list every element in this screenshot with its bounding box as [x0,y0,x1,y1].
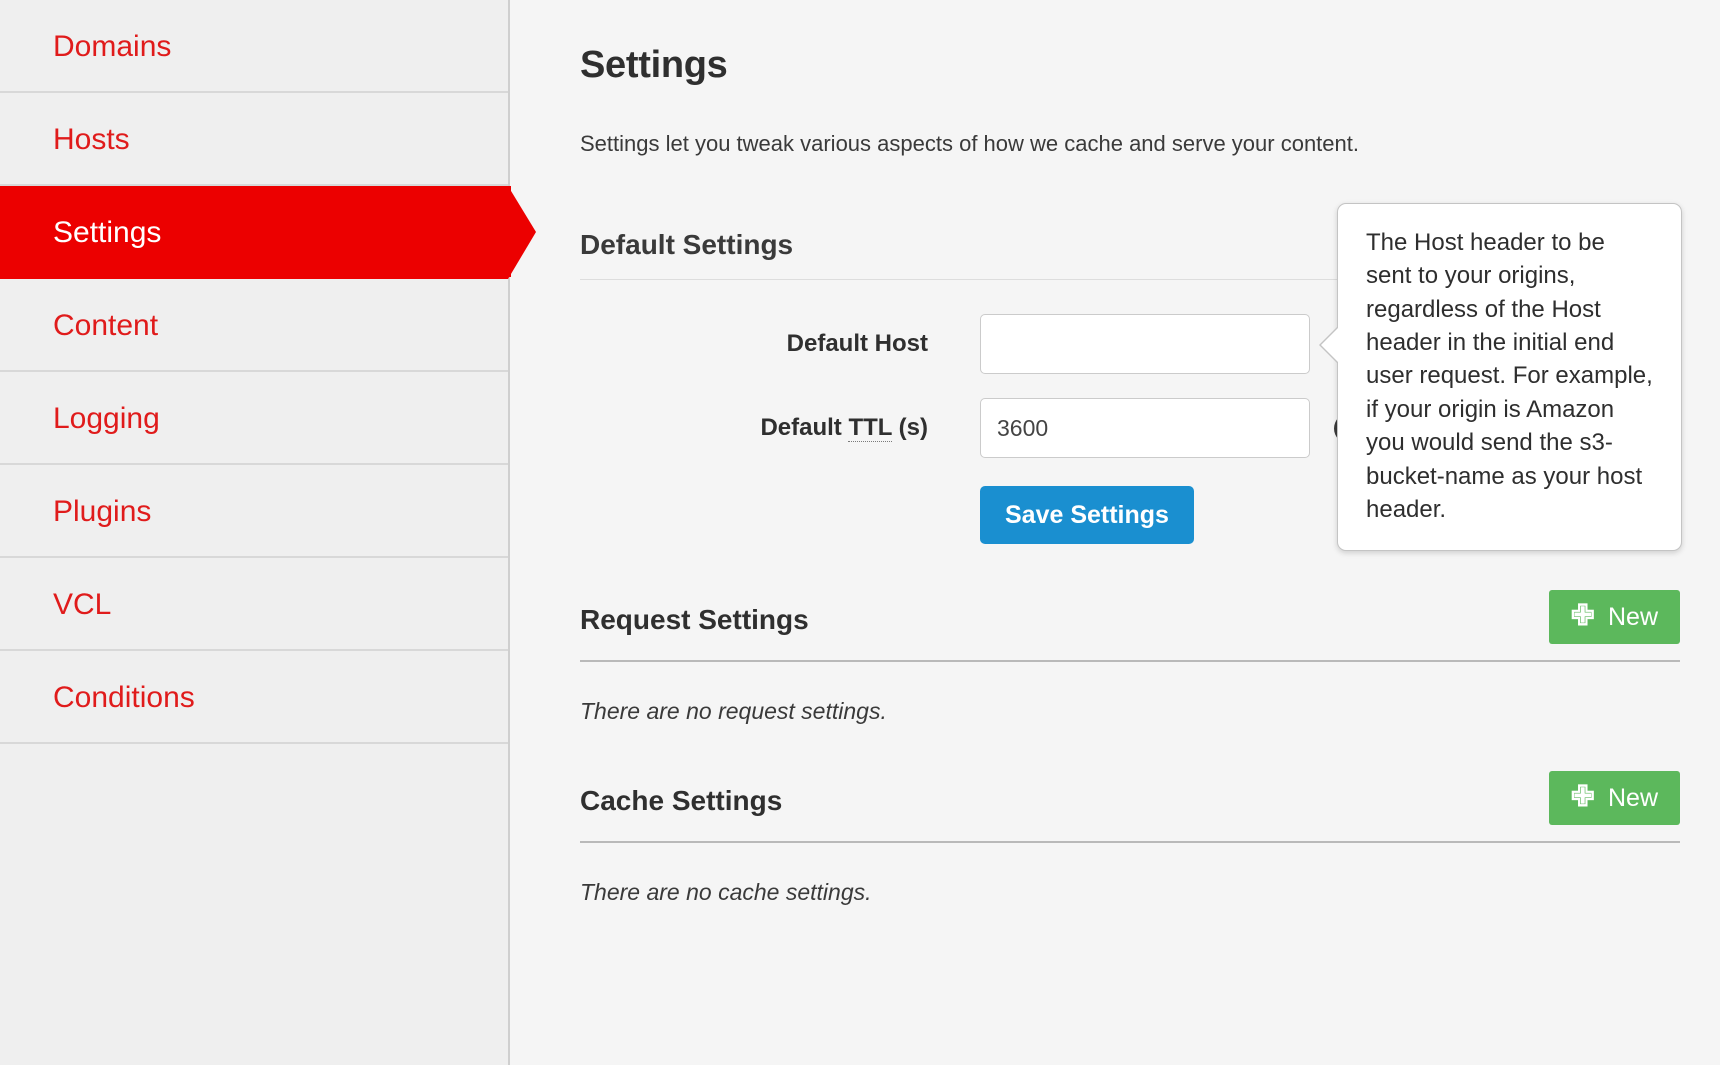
page-subtitle: Settings let you tweak various aspects o… [580,131,1720,157]
new-cache-setting-label: New [1608,784,1658,813]
cache-settings-empty-message: There are no cache settings. [580,879,1680,906]
save-settings-button[interactable]: Save Settings [980,486,1194,544]
sidebar-item-label: Hosts [53,123,130,156]
label-prefix: Default [760,414,848,441]
new-request-setting-button[interactable]: ✙ New [1549,590,1680,644]
cache-settings-section: Cache Settings ✙ New There are no cache … [580,771,1680,906]
request-settings-header: Request Settings ✙ New [580,590,1680,662]
sidebar-item-content[interactable]: Content [0,279,508,372]
sidebar-item-domains[interactable]: Domains [0,0,508,93]
sidebar-item-label: Logging [53,402,160,435]
page-title: Settings [580,44,1720,87]
sidebar-item-vcl[interactable]: VCL [0,558,508,651]
default-host-input[interactable] [980,314,1310,374]
plus-icon: ✙ [1571,783,1595,812]
sidebar-item-hosts[interactable]: Hosts [0,93,508,186]
new-cache-setting-button[interactable]: ✙ New [1549,771,1680,825]
sidebar-nav-list: Domains Hosts Settings Content Logging P… [0,0,508,744]
sidebar: Domains Hosts Settings Content Logging P… [0,0,510,1065]
sidebar-item-label: Plugins [53,495,151,528]
sidebar-item-label: Conditions [53,681,195,714]
sidebar-item-label: Domains [53,30,171,63]
sidebar-item-plugins[interactable]: Plugins [0,465,508,558]
default-host-tooltip: The Host header to be sent to your origi… [1337,203,1682,551]
plus-icon: ✙ [1571,602,1595,631]
sidebar-item-settings[interactable]: Settings [0,186,508,279]
label-prefix: Default [787,330,875,357]
sidebar-item-logging[interactable]: Logging [0,372,508,465]
cache-settings-header: Cache Settings ✙ New [580,771,1680,843]
default-host-label: Default Host [580,330,980,358]
request-settings-section: Request Settings ✙ New There are no requ… [580,590,1680,725]
request-settings-title: Request Settings [580,604,809,636]
sidebar-item-conditions[interactable]: Conditions [0,651,508,744]
main-content: Settings Settings let you tweak various … [510,0,1720,1065]
label-suffix: Host [875,330,928,357]
sidebar-item-label: VCL [53,588,111,621]
label-suffix: (s) [892,414,928,441]
new-request-setting-label: New [1608,603,1658,632]
sidebar-item-label: Settings [53,216,161,249]
tooltip-text: The Host header to be sent to your origi… [1366,229,1653,523]
settings-page: Domains Hosts Settings Content Logging P… [0,0,1720,1065]
label-abbr: TTL [848,414,892,442]
request-settings-empty-message: There are no request settings. [580,698,1680,725]
sidebar-item-label: Content [53,309,158,342]
default-ttl-label: Default TTL (s) [580,414,980,442]
cache-settings-title: Cache Settings [580,785,782,817]
default-ttl-input[interactable] [980,398,1310,458]
